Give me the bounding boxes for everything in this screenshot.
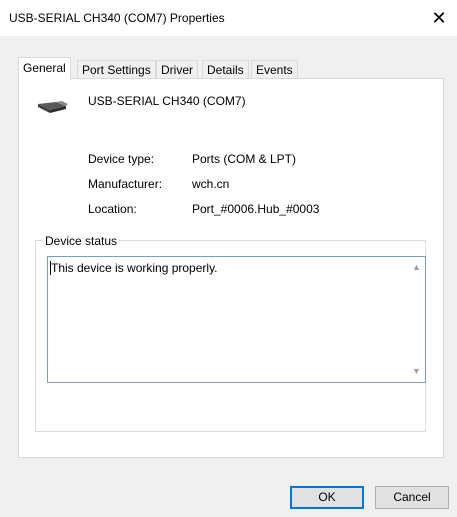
location-value: Port_#0006.Hub_#0003 <box>192 202 320 216</box>
ok-button[interactable]: OK <box>290 486 364 509</box>
window-title: USB-SERIAL CH340 (COM7) Properties <box>9 11 225 25</box>
tab-general[interactable]: General <box>18 57 71 80</box>
tab-details[interactable]: Details <box>202 60 249 79</box>
tab-port-settings[interactable]: Port Settings <box>77 60 156 79</box>
device-status-legend: Device status <box>43 234 120 248</box>
close-icon[interactable]: ✕ <box>429 6 449 30</box>
device-status-textbox[interactable]: This device is working properly. ▲ ▼ <box>47 256 426 383</box>
device-type-label: Device type: <box>88 152 155 166</box>
device-type-value: Ports (COM & LPT) <box>192 152 297 166</box>
device-name: USB-SERIAL CH340 (COM7) <box>88 94 246 108</box>
status-scrollbar[interactable]: ▲ ▼ <box>408 257 425 382</box>
title-bar: USB-SERIAL CH340 (COM7) Properties ✕ <box>0 0 457 36</box>
scroll-down-icon[interactable]: ▼ <box>408 363 425 380</box>
scroll-up-icon[interactable]: ▲ <box>408 259 425 276</box>
cancel-button[interactable]: Cancel <box>375 486 449 509</box>
manufacturer-value: wch.cn <box>192 177 230 191</box>
manufacturer-label: Manufacturer: <box>88 177 163 191</box>
device-status-text: This device is working properly. <box>51 261 218 275</box>
usb-serial-device-icon <box>38 101 68 113</box>
tab-events[interactable]: Events <box>251 60 298 79</box>
location-label: Location: <box>88 202 137 216</box>
tab-driver[interactable]: Driver <box>156 60 198 79</box>
